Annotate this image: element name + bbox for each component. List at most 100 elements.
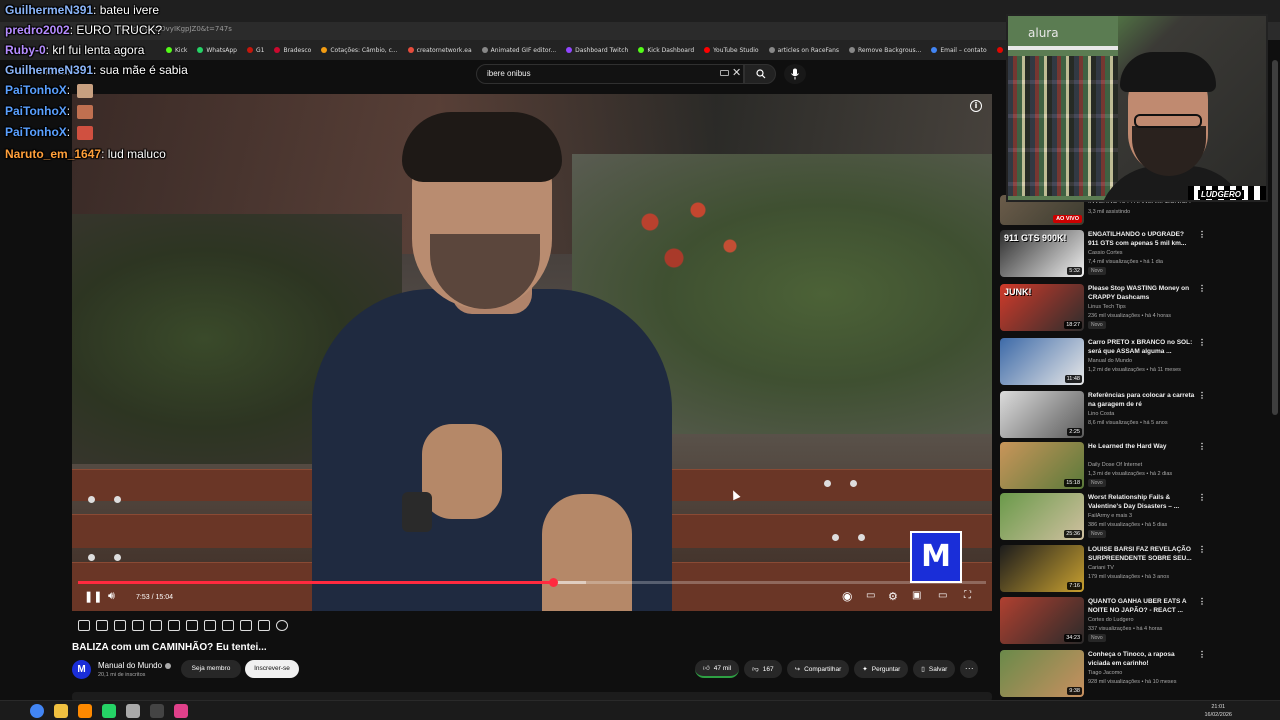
join-button[interactable]: Seja membro xyxy=(181,660,241,678)
channel-name[interactable]: Manual do Mundo xyxy=(98,661,172,670)
recommendation-title[interactable]: LOUISE BARSI FAZ REVELAÇÃO SURPREENDENTE… xyxy=(1088,545,1196,563)
autoplay-icon[interactable]: ◉ xyxy=(842,589,852,603)
video-thumbnail[interactable]: 7:16 xyxy=(1000,545,1084,592)
screenshot-icon[interactable] xyxy=(222,619,234,631)
like-button[interactable]: 👍︎ 47 mil xyxy=(695,660,740,678)
bookmark-item[interactable]: creatornetwork.ea xyxy=(407,47,472,54)
video-thumbnail[interactable]: 15:18 xyxy=(1000,442,1084,489)
bookmark-item[interactable]: Dashboard Twitch xyxy=(566,47,628,54)
more-options-icon[interactable]: ⋮ xyxy=(1198,650,1206,659)
more-options-icon[interactable]: ⋮ xyxy=(1198,338,1206,347)
recommendation-item[interactable]: 9:38 Conheça o Tinoco, a raposa viciada e… xyxy=(1000,650,1208,700)
app2-app-icon[interactable] xyxy=(174,704,188,718)
recommendation-item[interactable]: 2:25 Referências para colocar a carreta n… xyxy=(1000,391,1208,441)
dislike-button[interactable]: 👎︎ 167 xyxy=(744,660,782,678)
recommendation-channel[interactable]: Daily Dose Of Internet xyxy=(1088,462,1142,468)
bookmark-item[interactable]: Animated GIF editor... xyxy=(481,47,556,54)
recommendation-channel[interactable]: Tiago Jacomo xyxy=(1088,670,1122,676)
window-icon[interactable] xyxy=(168,619,180,631)
bookmark-item[interactable]: Kick xyxy=(166,47,187,54)
recommendation-title[interactable]: QUANTO GANHA UBER EATS A NOITE NO JAPÃO?… xyxy=(1088,597,1196,615)
video-thumbnail[interactable]: 2:25 xyxy=(1000,391,1084,438)
bookmark-item[interactable]: Kick Dashboard xyxy=(638,47,694,54)
page-scrollbar[interactable] xyxy=(1272,60,1278,415)
volume-icon[interactable]: 🔊︎ xyxy=(108,590,115,603)
recommendation-channel[interactable]: Cassio Cortes xyxy=(1088,250,1123,256)
theater-mode-icon[interactable]: ▭ xyxy=(938,590,947,601)
bookmark-item[interactable]: Bradesco xyxy=(274,47,311,54)
bookmark-item[interactable]: YouTube Studio xyxy=(704,47,759,54)
recommendation-title[interactable]: Please Stop WASTING Money on CRAPPY Dash… xyxy=(1088,284,1196,302)
more-options-icon[interactable]: ⋮ xyxy=(1198,230,1206,239)
recommendation-channel[interactable]: Lino Costa xyxy=(1088,411,1114,417)
more-options-icon[interactable]: ⋮ xyxy=(1198,442,1206,451)
info-icon[interactable]: i xyxy=(970,100,982,112)
recommendation-item[interactable]: JUNK! 18:27 Please Stop WASTING Money on C… xyxy=(1000,284,1208,334)
bookmark-item[interactable]: articles on RaceFans xyxy=(768,47,839,54)
recommendation-channel[interactable]: Cortes do Ludgero xyxy=(1088,617,1134,623)
recommendation-item[interactable]: 911 GTS 900K! 5:32 ENGATILHANDO o UPGRADE?… xyxy=(1000,230,1208,280)
recommendation-channel[interactable]: FailArmy e mais 3 xyxy=(1088,513,1132,519)
cast-icon[interactable] xyxy=(114,619,126,631)
more-options-icon[interactable]: ⋮ xyxy=(1198,493,1206,502)
speed-icon[interactable] xyxy=(204,619,216,631)
system-clock[interactable]: 21:01 16/02/2026 xyxy=(1204,703,1232,719)
settings-icon[interactable]: ⚙ xyxy=(888,590,898,603)
bookmark-item[interactable]: Email – contato xyxy=(931,47,987,54)
recommendation-title[interactable]: Conheça o Tinoco, a raposa viciada em ca… xyxy=(1088,650,1196,668)
recommendation-title[interactable]: Carro PRETO x BRANCO no SOL: será que AS… xyxy=(1088,338,1196,356)
more-options-icon[interactable]: ⋮ xyxy=(1198,391,1206,400)
recommendation-title[interactable]: He Learned the Hard Way xyxy=(1088,442,1196,451)
more-options-icon[interactable]: ⋮ xyxy=(1198,597,1206,606)
gear-icon[interactable] xyxy=(276,619,288,631)
more-options-icon[interactable]: ⋮ xyxy=(1198,545,1206,554)
recommendation-title[interactable]: Referências para colocar a carreta na ga… xyxy=(1088,391,1196,409)
flask-icon[interactable] xyxy=(258,619,270,631)
recommendation-title[interactable]: ENGATILHANDO o UPGRADE? 911 GTS com apen… xyxy=(1088,230,1196,248)
recommendation-item[interactable]: 11:48 Carro PRETO x BRANCO no SOL: será q… xyxy=(1000,338,1208,388)
audio-icon[interactable] xyxy=(96,619,108,631)
more-actions-button[interactable]: ··· xyxy=(960,660,979,678)
video-thumbnail[interactable]: JUNK! 18:27 xyxy=(1000,284,1084,331)
bookmark-item[interactable]: WhatsApp xyxy=(197,47,237,54)
voice-search-button[interactable] xyxy=(784,64,806,84)
channel-avatar[interactable]: M xyxy=(72,660,91,679)
chrome-app-icon[interactable] xyxy=(30,704,44,718)
video-player[interactable]: M i ❚❚ 🔊︎ 7:53 / 15:04 ◉ ▭ ⚙ ▣ ▭ ⛶ xyxy=(72,94,992,611)
subscribe-button[interactable]: Inscrever-se xyxy=(245,660,299,678)
bookmark-item[interactable]: G1 xyxy=(247,47,264,54)
save-button[interactable]: ▯ Salvar xyxy=(913,660,956,678)
video-thumbnail[interactable]: 11:48 xyxy=(1000,338,1084,385)
fullscreen-icon[interactable]: ⛶ xyxy=(964,590,971,601)
subtitles-icon[interactable]: ▭ xyxy=(866,590,875,601)
channel-watermark[interactable]: M xyxy=(910,531,962,583)
recommendation-title[interactable]: Worst Relationship Fails & Valentine's D… xyxy=(1088,493,1196,511)
search-button[interactable] xyxy=(744,64,776,84)
more-options-icon[interactable]: ⋮ xyxy=(1198,284,1206,293)
video-thumbnail[interactable]: 911 GTS 900K! 5:32 xyxy=(1000,230,1084,277)
recommendation-channel[interactable]: Linus Tech Tips xyxy=(1088,304,1126,310)
keyboard-icon[interactable] xyxy=(720,70,729,76)
progress-bar[interactable] xyxy=(78,578,986,587)
camera-icon[interactable] xyxy=(240,619,252,631)
recommendation-channel[interactable]: Cariani TV xyxy=(1088,565,1114,571)
recommendation-channel[interactable]: Manual do Mundo xyxy=(1088,358,1132,364)
pip-icon[interactable] xyxy=(186,619,198,631)
vpn-app-icon[interactable] xyxy=(78,704,92,718)
whatsapp-app-icon[interactable] xyxy=(102,704,116,718)
loop-icon[interactable] xyxy=(78,619,90,631)
picture-icon[interactable] xyxy=(150,619,162,631)
obs-app-icon[interactable] xyxy=(150,704,164,718)
recommendation-item[interactable]: 15:18 He Learned the Hard Way Daily Dose O… xyxy=(1000,442,1208,492)
recommendation-item[interactable]: 7:16 LOUISE BARSI FAZ REVELAÇÃO SURPREEND… xyxy=(1000,545,1208,595)
clear-search-icon[interactable]: ✕ xyxy=(732,66,741,79)
video-thumbnail[interactable]: 25:36 xyxy=(1000,493,1084,540)
app-app-icon[interactable] xyxy=(126,704,140,718)
video-thumbnail[interactable]: 34:23 xyxy=(1000,597,1084,644)
recommendation-item[interactable]: 25:36 Worst Relationship Fails & Valentin… xyxy=(1000,493,1208,543)
cinema-icon[interactable] xyxy=(132,619,144,631)
bookmark-item[interactable]: Remove Backgrous... xyxy=(849,47,921,54)
search-input[interactable]: ibere onibus xyxy=(476,64,744,84)
explorer-app-icon[interactable] xyxy=(54,704,68,718)
miniplayer-icon[interactable]: ▣ xyxy=(912,590,921,601)
